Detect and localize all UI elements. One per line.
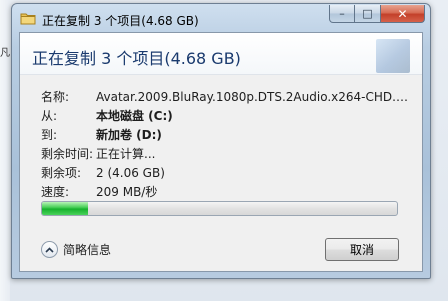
name-label: 名称: xyxy=(41,90,70,104)
copy-folder-icon xyxy=(20,11,36,25)
window-title: 正在复制 3 个项目(4.68 GB) xyxy=(42,14,199,28)
copy-info: 名称: Avatar.2009.BluRay.1080p.DTS.2Audio.… xyxy=(41,87,411,201)
speed-value: 209 MB/秒 xyxy=(96,185,158,199)
source-link[interactable]: 本地磁盘 (C:) xyxy=(96,107,173,124)
file-name-value: Avatar.2009.BluRay.1080p.DTS.2Audio.x264… xyxy=(96,89,411,104)
copy-progress-dialog: 正在复制 3 个项目(4.68 GB) – □ ✕ 正在复制 3 个项目(4.6… xyxy=(11,3,431,279)
info-row-from: 从: 本地磁盘 (C:) xyxy=(41,106,411,125)
details-label[interactable]: 简略信息 xyxy=(63,241,111,258)
title-bar[interactable]: 正在复制 3 个项目(4.68 GB) – □ ✕ xyxy=(12,4,430,32)
info-row-items-remaining: 剩余项: 2 (4.06 GB) xyxy=(41,163,411,182)
info-row-to: 到: 新加卷 (D:) xyxy=(41,125,411,144)
minimize-icon: – xyxy=(339,7,345,20)
info-row-speed: 速度: 209 MB/秒 xyxy=(41,182,411,201)
cancel-button[interactable]: 取消 xyxy=(325,238,399,261)
background-text-fragment: 凡 xyxy=(0,48,10,58)
maximize-button[interactable]: □ xyxy=(355,5,381,23)
time-remaining-label: 剩余时间: xyxy=(41,147,94,161)
close-button[interactable]: ✕ xyxy=(381,5,425,23)
header-title: 正在复制 3 个项目(4.68 GB) xyxy=(32,49,241,68)
items-remaining-label: 剩余项: xyxy=(41,166,82,180)
progress-fill xyxy=(42,202,89,215)
minimize-button[interactable]: – xyxy=(329,5,355,23)
details-toggle[interactable]: 简略信息 xyxy=(41,241,111,258)
from-label: 从: xyxy=(41,109,58,123)
caption-buttons: – □ ✕ xyxy=(329,5,425,24)
header-decoration xyxy=(376,39,410,73)
close-icon: ✕ xyxy=(397,6,408,21)
to-label: 到: xyxy=(41,128,58,142)
maximize-icon: □ xyxy=(362,7,373,20)
time-remaining-value: 正在计算... xyxy=(96,147,156,161)
info-row-time-remaining: 剩余时间: 正在计算... xyxy=(41,144,411,163)
info-row-name: 名称: Avatar.2009.BluRay.1080p.DTS.2Audio.… xyxy=(41,87,411,106)
header-band: 正在复制 3 个项目(4.68 GB) xyxy=(20,33,422,75)
chevron-up-icon[interactable] xyxy=(41,241,58,258)
dialog-content: 正在复制 3 个项目(4.68 GB) 名称: Avatar.2009.BluR… xyxy=(19,32,423,272)
items-remaining-value: 2 (4.06 GB) xyxy=(96,165,165,180)
speed-label: 速度: xyxy=(41,185,70,199)
copy-progress-bar xyxy=(41,201,398,216)
destination-link[interactable]: 新加卷 (D:) xyxy=(96,126,162,143)
